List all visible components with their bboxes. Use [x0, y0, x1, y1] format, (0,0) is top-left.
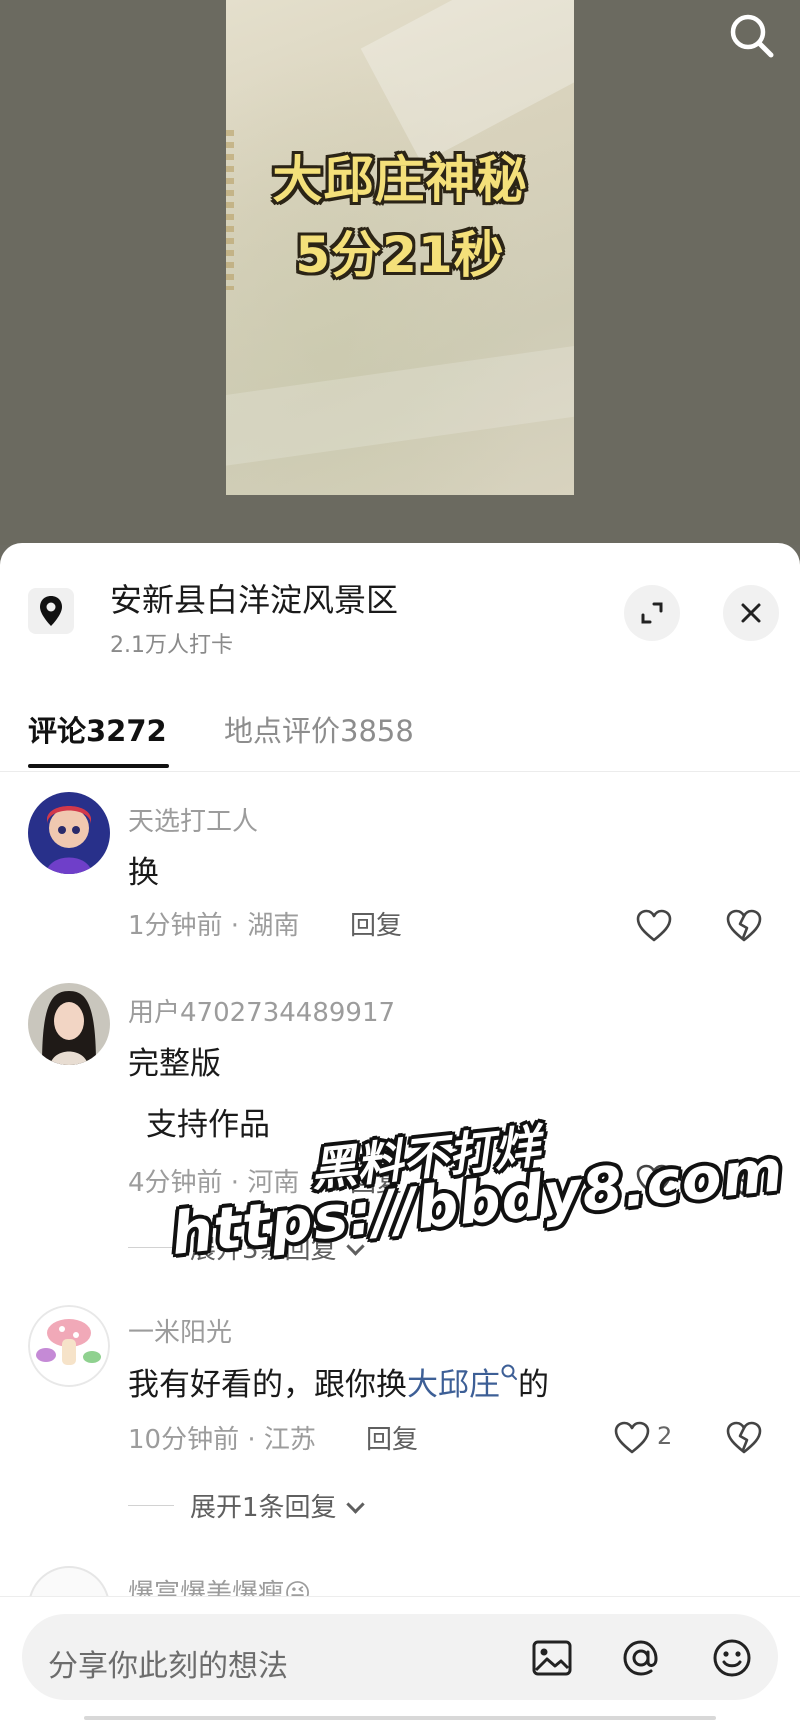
comment-meta: 10分钟前 · 江苏 [128, 1425, 316, 1455]
comment-text-part: 的 [518, 1367, 549, 1403]
reply-button[interactable]: 回复 [366, 1419, 418, 1456]
comment-text: 支持作品 [146, 1107, 270, 1143]
comment-input-placeholder[interactable]: 分享你此刻的想法 [48, 1641, 288, 1685]
search-icon[interactable] [500, 1363, 518, 1383]
home-indicator [84, 1716, 716, 1720]
poster-decoration [226, 341, 574, 469]
video-poster[interactable]: 大邱庄神秘 5分21秒 [226, 0, 574, 495]
at-icon[interactable] [619, 1636, 663, 1680]
location-pin-icon [28, 588, 74, 634]
comment-text: 完整版 [128, 1046, 221, 1082]
comment-text: 我有好看的，跟你换大邱庄的 [128, 1359, 549, 1404]
poster-title-line1: 大邱庄神秘 [272, 151, 528, 209]
comment-text-part: 我有好看的，跟你换 [128, 1367, 407, 1403]
comment-meta: 1分钟前 · 湖南 [128, 911, 300, 941]
expand-divider [128, 1505, 174, 1506]
heart-icon[interactable] [612, 1418, 652, 1458]
tab-comments[interactable]: 评论3272 [28, 708, 167, 750]
comment-username[interactable]: 天选打工人 [128, 801, 258, 838]
expand-button[interactable] [624, 585, 680, 641]
expand-icon [641, 602, 663, 624]
avatar[interactable] [28, 983, 110, 1065]
expand-replies-button[interactable]: 展开1条回复 [190, 1487, 365, 1524]
poster-title-line2: 5分21秒 [295, 226, 505, 284]
comment-username[interactable]: 用户4702734489917 [128, 992, 395, 1029]
image-icon[interactable] [530, 1636, 574, 1680]
chevron-down-icon [345, 1495, 365, 1514]
emoji-icon[interactable] [710, 1636, 754, 1680]
search-icon[interactable] [724, 8, 780, 64]
expand-divider [128, 1247, 174, 1248]
checkin-count: 2.1万人打卡 [110, 633, 233, 658]
topic-link[interactable]: 大邱庄 [407, 1367, 500, 1403]
poster-decoration [360, 0, 574, 164]
avatar[interactable] [28, 1305, 110, 1387]
active-tab-indicator [28, 764, 169, 768]
dislike-icon[interactable] [724, 906, 764, 946]
comment-text: 换 [128, 855, 159, 891]
location-name[interactable]: 安新县白洋淀风景区 [110, 575, 398, 621]
like-count: 2 [657, 1422, 673, 1450]
avatar[interactable] [28, 792, 110, 874]
video-background[interactable]: 大邱庄神秘 5分21秒 [0, 0, 800, 545]
heart-icon[interactable] [634, 906, 674, 946]
close-button[interactable] [723, 585, 779, 641]
tab-place-reviews[interactable]: 地点评价3858 [224, 708, 414, 750]
expand-replies-label: 展开1条回复 [190, 1493, 337, 1523]
comment-username[interactable]: 一米阳光 [128, 1312, 232, 1349]
reply-button[interactable]: 回复 [350, 905, 402, 942]
close-icon [741, 603, 761, 623]
tab-divider [0, 771, 800, 772]
dislike-icon[interactable] [724, 1418, 764, 1458]
